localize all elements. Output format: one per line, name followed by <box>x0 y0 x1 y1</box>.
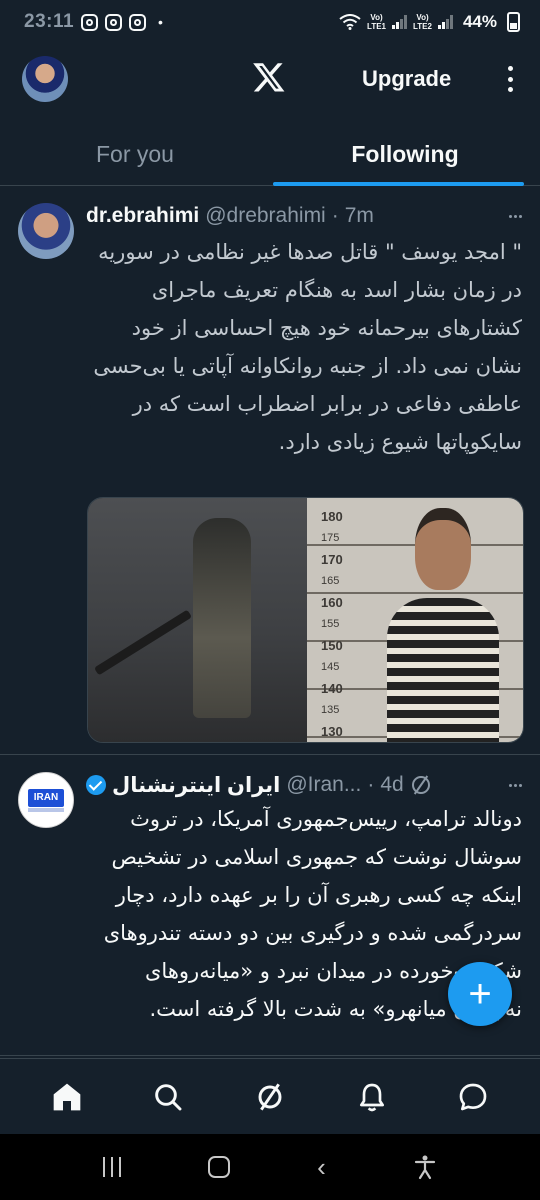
recent-apps-icon[interactable] <box>103 1157 122 1177</box>
status-indicators: Vo) LTE1 Vo) LTE2 44% <box>339 12 520 32</box>
more-notifications-dot: • <box>158 14 163 30</box>
compose-post-button[interactable]: + <box>448 962 512 1026</box>
instagram-notification-icon <box>81 13 99 31</box>
tab-following[interactable]: Following <box>270 126 540 186</box>
battery-percent: 44% <box>462 12 497 31</box>
lte1-label: Vo) LTE1 <box>367 13 386 31</box>
verified-badge-icon <box>86 775 106 795</box>
signal-1-icon <box>392 15 407 29</box>
tab-for-you[interactable]: For you <box>0 126 270 185</box>
battery-icon <box>507 12 520 32</box>
author-handle[interactable]: @Iran... <box>286 773 361 797</box>
status-time: 23:11 <box>24 11 75 32</box>
home-icon[interactable] <box>49 1079 85 1115</box>
wifi-icon <box>339 14 361 30</box>
top-bar: Upgrade <box>0 50 540 114</box>
instagram-notification-icon <box>129 13 147 31</box>
tweet-more-icon[interactable] <box>509 783 522 787</box>
tweet-header: ایران اینترنشنال @Iran... · 4d <box>86 770 522 800</box>
tweet-header: dr.ebrahimi @drebrahimi · 7m <box>86 201 522 231</box>
grok-icon[interactable] <box>252 1079 288 1115</box>
tweet-time[interactable]: 7m <box>345 204 374 228</box>
tweet-more-icon[interactable] <box>509 214 522 218</box>
author-name[interactable]: ایران اینترنشنال <box>112 773 280 798</box>
media-image-soldier <box>88 498 307 742</box>
signal-2-icon <box>437 15 453 29</box>
lte2-label: Vo) LTE2 <box>413 13 432 31</box>
author-avatar[interactable] <box>18 203 74 259</box>
messages-icon[interactable] <box>455 1079 491 1115</box>
tweet-time[interactable]: 4d <box>380 773 403 797</box>
status-bar: 23:11 • Vo) LTE1 Vo) LTE2 44% <box>0 0 540 44</box>
x-logo-icon[interactable] <box>252 60 286 94</box>
back-icon[interactable]: ‹ <box>317 1152 326 1183</box>
accessibility-icon[interactable] <box>413 1154 437 1180</box>
system-navigation-bar: ‹ <box>0 1134 540 1200</box>
tweet-media[interactable]: 180 175 170 165 160 155 150 145 140 135 … <box>87 497 524 743</box>
separator: · <box>367 773 375 796</box>
author-avatar[interactable]: IRAN <box>18 772 74 828</box>
upgrade-button[interactable]: Upgrade <box>362 66 451 92</box>
instagram-notification-icon <box>105 13 123 31</box>
home-button-icon[interactable] <box>208 1156 231 1178</box>
author-handle[interactable]: @drebrahimi <box>205 204 326 228</box>
mugshot-person <box>387 508 499 742</box>
search-icon[interactable] <box>150 1079 186 1115</box>
profile-avatar[interactable] <box>22 56 68 102</box>
plus-icon: + <box>468 972 492 1016</box>
separator: · <box>331 204 339 227</box>
soldier-figure <box>193 518 251 718</box>
iran-international-logo: IRAN <box>28 789 64 807</box>
rifle-figure <box>93 609 193 676</box>
more-options-icon[interactable] <box>500 62 520 96</box>
tweet[interactable]: dr.ebrahimi @drebrahimi · 7m " امجد یوسف… <box>0 187 540 755</box>
tweet-text: " امجد یوسف " قاتل صدها غیر نظامی در سور… <box>93 240 522 454</box>
author-name[interactable]: dr.ebrahimi <box>86 204 199 228</box>
grok-icon[interactable] <box>411 776 430 794</box>
media-image-mugshot: 180 175 170 165 160 155 150 145 140 135 … <box>307 498 523 742</box>
logo-subtitle-bar <box>28 808 64 812</box>
timeline-tabs: For you Following <box>0 126 540 186</box>
height-scale: 180 175 170 165 160 155 150 145 140 135 … <box>321 509 343 739</box>
notifications-icon[interactable] <box>354 1079 390 1115</box>
bottom-navigation <box>0 1058 540 1134</box>
